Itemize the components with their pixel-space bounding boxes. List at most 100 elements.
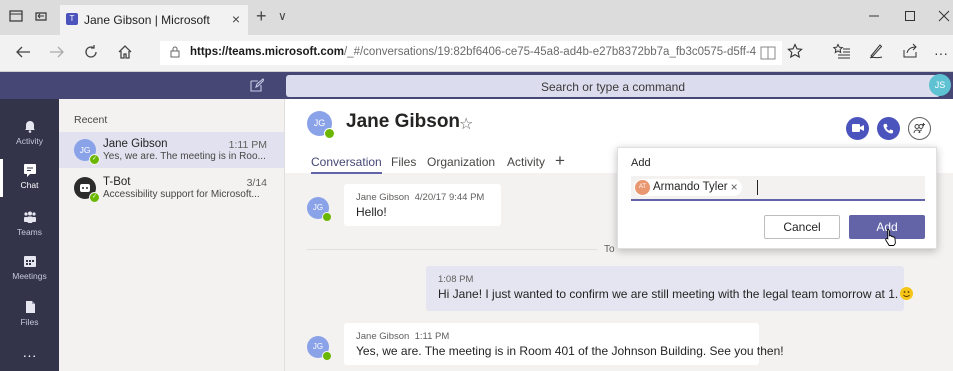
- message-text: Hello!: [356, 205, 387, 219]
- avatar: JG: [307, 197, 332, 222]
- rail-label: Teams: [16, 227, 43, 237]
- teams-favicon-icon: T: [66, 13, 78, 25]
- cancel-button[interactable]: Cancel: [764, 215, 840, 239]
- rail-label: Chat: [20, 180, 39, 190]
- browser-tab-bar: T Jane Gibson | Microsoft × + ∨: [0, 0, 953, 35]
- url-text: https://teams.microsoft.com/_#/conversat…: [190, 46, 756, 58]
- reading-view-icon[interactable]: [760, 46, 776, 60]
- more-options-icon[interactable]: ···: [934, 43, 948, 63]
- message-time: 1:08 PM: [438, 274, 474, 285]
- teams-icon: [23, 211, 36, 223]
- profile-avatar[interactable]: JS: [929, 74, 951, 96]
- maximize-icon[interactable]: [904, 10, 916, 24]
- presence-available-icon: ✓: [89, 192, 100, 203]
- search-command-box[interactable]: Search or type a command: [286, 75, 940, 97]
- home-icon[interactable]: [116, 43, 134, 66]
- message-bubble[interactable]: Jane Gibson 4/20/17 9:44 PM Hello!: [344, 184, 501, 226]
- bell-icon: [24, 121, 35, 133]
- new-tab-button[interactable]: +: [256, 7, 267, 25]
- favorite-star-icon[interactable]: ☆: [459, 114, 473, 134]
- tab-preview-icon[interactable]: [8, 9, 24, 25]
- video-call-button[interactable]: [846, 117, 869, 140]
- message-meta: Jane Gibson 4/20/17 9:44 PM: [356, 192, 484, 203]
- message-time: 1:11 PM: [414, 331, 450, 342]
- new-chat-compose-icon[interactable]: [250, 78, 264, 92]
- audio-call-button[interactable]: [877, 117, 900, 140]
- avatar-initials: JG: [313, 118, 326, 128]
- search-placeholder: Search or type a command: [540, 80, 686, 94]
- avatar: JG: [307, 336, 332, 361]
- recent-section-title: Recent: [74, 114, 108, 126]
- rail-item-chat[interactable]: Chat: [0, 159, 59, 197]
- url-host: https://teams.microsoft.com: [190, 46, 344, 58]
- chat-list-item-t-bot[interactable]: ✓ T-Bot 3/14 Accessibility support for M…: [59, 170, 284, 206]
- pen-note-icon[interactable]: [868, 43, 884, 65]
- chat-preview: Yes, we are. The meeting is in Roo...: [103, 151, 266, 162]
- back-arrow-icon[interactable]: [14, 43, 32, 66]
- message-sender: Jane Gibson: [356, 192, 410, 203]
- rail-item-meetings[interactable]: Meetings: [0, 254, 59, 281]
- message-bubble[interactable]: Jane Gibson 1:11 PM Yes, we are. The mee…: [344, 323, 784, 365]
- person-chip[interactable]: AT Armando Tyler ×: [634, 179, 742, 196]
- chat-name: T-Bot: [103, 176, 131, 188]
- share-icon[interactable]: [902, 43, 918, 65]
- chat-list-item-jane-gibson[interactable]: JG ✓ Jane Gibson 1:11 PM Yes, we are. Th…: [59, 132, 284, 168]
- tab-close-icon[interactable]: ×: [232, 11, 240, 27]
- smiley-emoji-icon: [900, 287, 914, 300]
- set-aside-tabs-icon[interactable]: [33, 9, 49, 25]
- add-tab-button[interactable]: +: [555, 151, 565, 171]
- hand-pointer-cursor-icon: [885, 229, 896, 246]
- url-path: /_#/conversations/19:82bf6406-ce75-45a8-…: [344, 46, 756, 58]
- browser-address-bar: https://teams.microsoft.com/_#/conversat…: [0, 35, 953, 72]
- file-icon: [25, 301, 35, 313]
- date-divider-label: To: [604, 244, 615, 255]
- phone-icon: [883, 123, 894, 134]
- video-camera-icon: [851, 124, 864, 132]
- chat-name: Jane Gibson: [103, 138, 168, 150]
- avatar-initials: JG: [312, 203, 324, 212]
- chip-name: Armando Tyler: [653, 181, 728, 193]
- chip-avatar: AT: [635, 180, 650, 195]
- rail-more-icon[interactable]: ···: [0, 347, 59, 363]
- tab-files[interactable]: Files: [391, 155, 416, 169]
- message-text-body: Hi Jane! I just wanted to confirm we are…: [438, 287, 899, 301]
- rail-label: Activity: [16, 136, 43, 146]
- close-window-icon[interactable]: [938, 10, 950, 24]
- rail-item-teams[interactable]: Teams: [0, 210, 59, 237]
- chat-preview: Accessibility support for Microsoft...: [103, 189, 260, 200]
- chat-time: 3/14: [246, 177, 267, 189]
- favorites-hub-icon[interactable]: [832, 43, 851, 65]
- minimize-icon[interactable]: [868, 10, 880, 24]
- rail-label: Files: [20, 317, 39, 327]
- chat-list: Recent JG ✓ Jane Gibson 1:11 PM Yes, we …: [59, 99, 285, 371]
- url-field[interactable]: https://teams.microsoft.com/_#/conversat…: [160, 41, 782, 65]
- message-sender: Jane Gibson: [356, 331, 410, 342]
- avatar-initials: JG: [312, 342, 324, 351]
- forward-arrow-icon[interactable]: [48, 43, 66, 66]
- presence-available-icon: [322, 351, 332, 361]
- presence-available-icon: ✓: [89, 154, 100, 165]
- text-caret: [757, 180, 758, 195]
- tab-list-chevron-icon[interactable]: ∨: [278, 9, 287, 23]
- conversation-title: Jane Gibson: [346, 111, 461, 132]
- tab-title: Jane Gibson | Microsoft: [84, 13, 210, 27]
- rail-item-files[interactable]: Files: [0, 300, 59, 327]
- tab-conversation[interactable]: Conversation: [311, 155, 382, 174]
- tab-activity[interactable]: Activity: [507, 155, 545, 169]
- favorite-star-icon[interactable]: [787, 43, 803, 65]
- chip-remove-icon[interactable]: ×: [731, 180, 738, 194]
- presence-available-icon: [324, 128, 335, 139]
- message-bubble-sent[interactable]: 1:08 PM Hi Jane! I just wanted to confir…: [426, 266, 914, 311]
- browser-tab[interactable]: T Jane Gibson | Microsoft ×: [60, 5, 248, 35]
- message-text: Hi Jane! I just wanted to confirm we are…: [438, 287, 914, 301]
- tab-organization[interactable]: Organization: [427, 155, 495, 169]
- avatar: JG: [307, 111, 335, 139]
- add-people-icon[interactable]: [908, 117, 931, 140]
- add-popup-label: Add: [631, 157, 651, 169]
- rail-item-activity[interactable]: Activity: [0, 119, 59, 146]
- message-text: Yes, we are. The meeting is in Room 401 …: [356, 344, 784, 358]
- refresh-icon[interactable]: [82, 43, 100, 66]
- app-rail: Activity Chat Teams Meetings Files ···: [0, 99, 59, 371]
- add-people-input[interactable]: AT Armando Tyler ×: [631, 176, 925, 201]
- rail-label: Meetings: [12, 271, 47, 281]
